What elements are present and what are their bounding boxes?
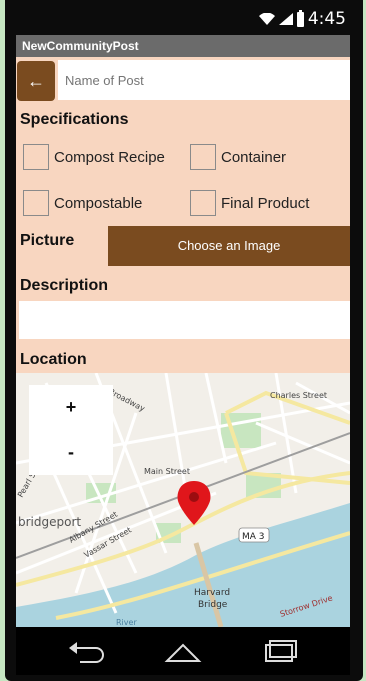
map-label-bridgeport: bridgeport: [18, 515, 81, 529]
final-product-checkbox[interactable]: [190, 190, 216, 216]
container-label: Container: [221, 149, 287, 166]
post-name-input[interactable]: [58, 60, 350, 100]
zoom-in-button[interactable]: +: [29, 385, 113, 430]
home-nav-icon[interactable]: [163, 639, 203, 665]
specifications-label: Specifications: [20, 111, 129, 128]
app-bar: NewCommunityPost: [16, 35, 350, 57]
container-checkbox[interactable]: [190, 144, 216, 170]
description-input[interactable]: [19, 301, 350, 339]
compost-recipe-checkbox[interactable]: [23, 144, 49, 170]
status-time: 4:45: [307, 9, 346, 29]
compost-recipe-label: Compost Recipe: [54, 149, 165, 166]
map-label-main-street: Main Street: [144, 467, 190, 476]
compostable-checkbox[interactable]: [23, 190, 49, 216]
map-label-harvard: Harvard: [194, 588, 230, 598]
post-form: ← Specifications Compost Recipe Containe…: [16, 57, 350, 627]
picture-label: Picture: [20, 232, 75, 249]
zoom-control: + -: [29, 385, 113, 475]
location-map[interactable]: Broadway Charles Street Main Street brid…: [16, 372, 350, 627]
device-frame: 4:45 NewCommunityPost ← Specifications C…: [0, 0, 366, 681]
battery-icon: [296, 9, 304, 27]
back-nav-icon[interactable]: [66, 639, 106, 665]
map-label-ma3: MA 3: [242, 532, 265, 542]
final-product-label: Final Product: [221, 195, 310, 212]
location-label: Location: [20, 351, 87, 368]
map-label-river: River: [116, 618, 137, 627]
choose-image-button[interactable]: Choose an Image: [108, 226, 350, 266]
compostable-label: Compostable: [54, 195, 143, 212]
recents-nav-icon[interactable]: [260, 639, 300, 665]
navigation-bar: [16, 627, 350, 675]
signal-icon: [278, 13, 293, 25]
app-title: NewCommunityPost: [22, 39, 139, 53]
status-bar: 4:45: [16, 6, 350, 32]
map-label-charles-street: Charles Street: [270, 391, 327, 400]
wifi-icon: [258, 13, 275, 25]
zoom-out-button[interactable]: -: [29, 430, 113, 475]
map-label-bridge: Bridge: [198, 600, 228, 610]
description-label: Description: [20, 277, 109, 294]
back-button[interactable]: ←: [17, 61, 55, 101]
